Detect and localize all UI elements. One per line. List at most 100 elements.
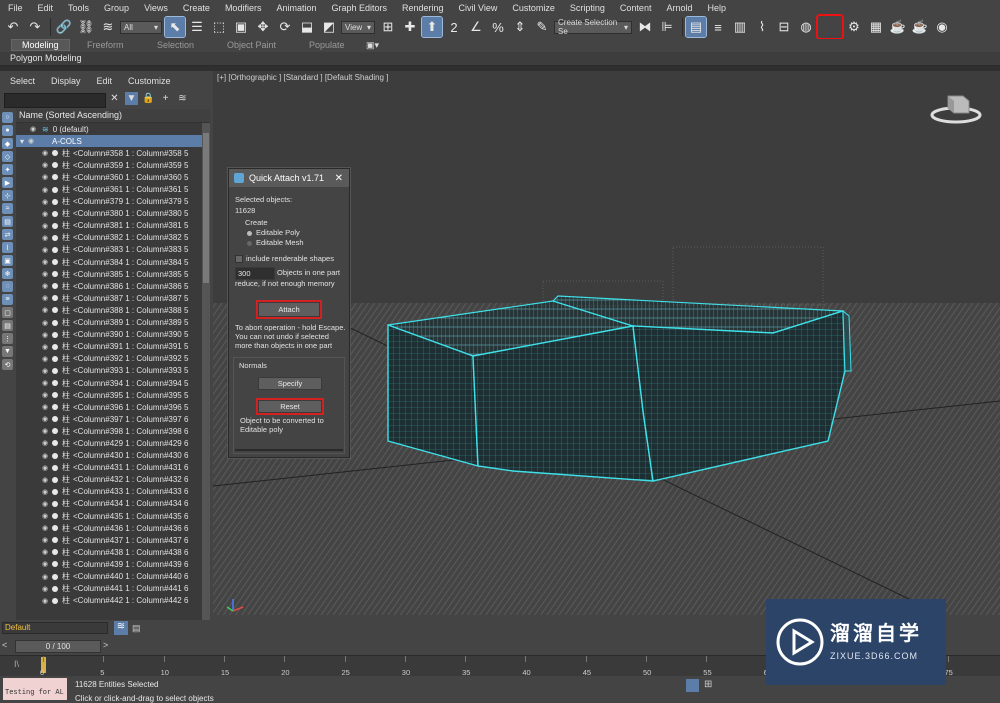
visibility-eye-icon[interactable]: ◉ — [42, 379, 50, 387]
visibility-eye-icon[interactable]: ◉ — [42, 258, 50, 266]
render-toggle-icon[interactable] — [52, 319, 58, 326]
bind-spacewarp-icon[interactable]: ≋ — [98, 17, 118, 37]
visibility-eye-icon[interactable]: ◉ — [42, 500, 50, 508]
sync-selection-icon[interactable]: ⟲ — [2, 359, 13, 370]
visibility-eye-icon[interactable]: ◉ — [42, 415, 50, 423]
clear-search-icon[interactable]: ✕ — [108, 92, 121, 105]
percent-snap-icon[interactable]: % — [488, 17, 508, 37]
visibility-eye-icon[interactable]: ◉ — [42, 331, 50, 339]
render-toggle-icon[interactable] — [52, 355, 58, 362]
ribbon-toggle-icon[interactable]: ▥ — [730, 17, 750, 37]
building-wireframe[interactable] — [387, 246, 852, 482]
list-item[interactable]: ◉ 柱 <Column#436 1 : Column#436 6 — [16, 522, 202, 534]
visibility-eye-icon[interactable]: ◉ — [42, 186, 50, 194]
visibility-eye-icon[interactable]: ◉ — [42, 234, 50, 242]
menu-item-customize[interactable]: Customize — [504, 3, 562, 13]
render-toggle-icon[interactable] — [52, 440, 58, 447]
list-item[interactable]: ◉ 柱 <Column#358 1 : Column#358 5 — [16, 147, 202, 159]
visibility-eye-icon[interactable]: ◉ — [42, 161, 50, 169]
list-item[interactable]: ◉ 柱 <Column#359 1 : Column#359 5 — [16, 159, 202, 171]
render-production-icon[interactable]: ☕ — [888, 17, 908, 37]
menu-item-views[interactable]: Views — [136, 3, 175, 13]
visibility-eye-icon[interactable]: ◉ — [42, 343, 50, 351]
layers-icon[interactable]: ≋ — [176, 92, 189, 105]
list-item[interactable]: ◉ 柱 <Column#393 1 : Column#393 5 — [16, 365, 202, 377]
display-shapes-icon[interactable]: ◇ — [2, 151, 13, 162]
angle-snap-icon[interactable]: ∠ — [466, 17, 486, 37]
visibility-eye-icon[interactable]: ◉ — [42, 403, 50, 411]
list-item[interactable]: ◉ 柱 <Column#433 1 : Column#433 6 — [16, 486, 202, 498]
render-toggle-icon[interactable] — [52, 367, 58, 374]
link-icon[interactable]: 🔗 — [54, 17, 74, 37]
display-none-icon[interactable]: ○ — [2, 112, 13, 123]
scene-explorer-scrollbar[interactable] — [202, 123, 210, 621]
scene-explorer-search-input[interactable] — [4, 93, 106, 108]
menu-item-file[interactable]: File — [0, 3, 30, 13]
selection-lock-icon[interactable] — [686, 679, 699, 692]
unlink-icon[interactable]: ⛓ — [76, 17, 96, 37]
list-item[interactable]: ◉ 柱 <Column#379 1 : Column#379 5 — [16, 196, 202, 208]
visibility-eye-icon[interactable]: ◉ — [42, 355, 50, 363]
next-frame-icon[interactable]: > — [103, 640, 108, 650]
list-item[interactable]: ◉ 柱 <Column#388 1 : Column#388 5 — [16, 304, 202, 316]
render-iterative-icon[interactable]: ☕ — [910, 17, 930, 37]
list-item[interactable]: ◉ 柱 <Column#392 1 : Column#392 5 — [16, 353, 202, 365]
list-item[interactable]: ◉ 柱 <Column#394 1 : Column#394 5 — [16, 377, 202, 389]
render-toggle-icon[interactable] — [52, 428, 58, 435]
list-item[interactable]: ◉ 柱 <Column#360 1 : Column#360 5 — [16, 171, 202, 183]
render-toggle-icon[interactable] — [52, 150, 58, 157]
list-item[interactable]: ◉ 柱 <Column#429 1 : Column#429 6 — [16, 437, 202, 449]
list-item[interactable]: ◉ 柱 <Column#398 1 : Column#398 6 — [16, 425, 202, 437]
rect-selection-icon[interactable]: ⬚ — [209, 17, 229, 37]
display-spacewarps-icon[interactable]: ≈ — [2, 203, 13, 214]
render-toggle-icon[interactable] — [52, 331, 58, 338]
render-toggle-icon[interactable] — [52, 537, 58, 544]
visibility-eye-icon[interactable]: ◉ — [42, 536, 50, 544]
list-item[interactable]: ◉ 柱 <Column#431 1 : Column#431 6 — [16, 462, 202, 474]
render-toggle-icon[interactable] — [52, 162, 58, 169]
menu-item-edit[interactable]: Edit — [30, 3, 61, 13]
explorer-menu-edit[interactable]: Edit — [97, 76, 113, 86]
list-item[interactable]: ◉ 柱 <Column#397 1 : Column#397 6 — [16, 413, 202, 425]
specify-button[interactable]: Specify — [258, 377, 322, 390]
place-icon[interactable]: ◩ — [319, 17, 339, 37]
display-bones-icon[interactable]: ⌇ — [2, 242, 13, 253]
viewcube-icon[interactable] — [930, 95, 982, 124]
named-selection-dropdown[interactable]: Create Selection Se ▾ — [554, 18, 632, 36]
display-geometry-icon[interactable]: ◆ — [2, 138, 13, 149]
visibility-eye-icon[interactable]: ◉ — [42, 476, 50, 484]
visibility-eye-icon[interactable]: ◉ — [42, 548, 50, 556]
render-toggle-icon[interactable] — [52, 500, 58, 507]
select-manipulate-icon[interactable]: ✚ — [400, 17, 420, 37]
list-item[interactable]: ◉ 柱 <Column#441 1 : Column#441 6 — [16, 583, 202, 595]
list-item[interactable]: ◉ 柱 <Column#385 1 : Column#385 5 — [16, 268, 202, 280]
visibility-eye-icon[interactable]: ◉ — [30, 125, 38, 133]
visibility-eye-icon[interactable]: ◉ — [42, 173, 50, 181]
scrollbar-thumb[interactable] — [203, 133, 209, 283]
visibility-eye-icon[interactable]: ◉ — [42, 222, 50, 230]
render-toggle-icon[interactable] — [52, 259, 58, 266]
list-item[interactable]: ◉ 柱 <Column#440 1 : Column#440 6 — [16, 570, 202, 582]
menu-item-content[interactable]: Content — [612, 3, 659, 13]
visibility-eye-icon[interactable]: ◉ — [42, 524, 50, 532]
visibility-eye-icon[interactable]: ◉ — [28, 137, 36, 145]
list-item[interactable]: ◉ 柱 <Column#387 1 : Column#387 5 — [16, 292, 202, 304]
scale-icon[interactable]: ⬓ — [297, 17, 317, 37]
name-column-header[interactable]: Name (Sorted Ascending) — [16, 109, 210, 123]
menu-item-arnold[interactable]: Arnold — [658, 3, 699, 13]
visibility-eye-icon[interactable]: ◉ — [42, 585, 50, 593]
edit-named-selection-icon[interactable]: ✎ — [532, 17, 552, 37]
add-layer-icon[interactable]: + — [159, 92, 172, 105]
display-frozen-icon[interactable]: ❄ — [2, 268, 13, 279]
pivot-center-icon[interactable]: ⊞ — [378, 17, 398, 37]
render-toggle-icon[interactable] — [52, 404, 58, 411]
menu-item-group[interactable]: Group — [96, 3, 136, 13]
menu-item-animation[interactable]: Animation — [268, 3, 323, 13]
menu-item-civil-view[interactable]: Civil View — [451, 3, 505, 13]
visibility-eye-icon[interactable]: ◉ — [42, 488, 50, 496]
curve-editor-icon[interactable]: ⌇ — [752, 17, 772, 37]
lock-icon[interactable]: 🔒 — [142, 92, 155, 105]
render-toggle-icon[interactable] — [52, 283, 58, 290]
list-item[interactable]: ◉ 柱 <Column#442 1 : Column#442 6 — [16, 595, 202, 607]
list-item[interactable]: ◉ 柱 <Column#396 1 : Column#396 5 — [16, 401, 202, 413]
